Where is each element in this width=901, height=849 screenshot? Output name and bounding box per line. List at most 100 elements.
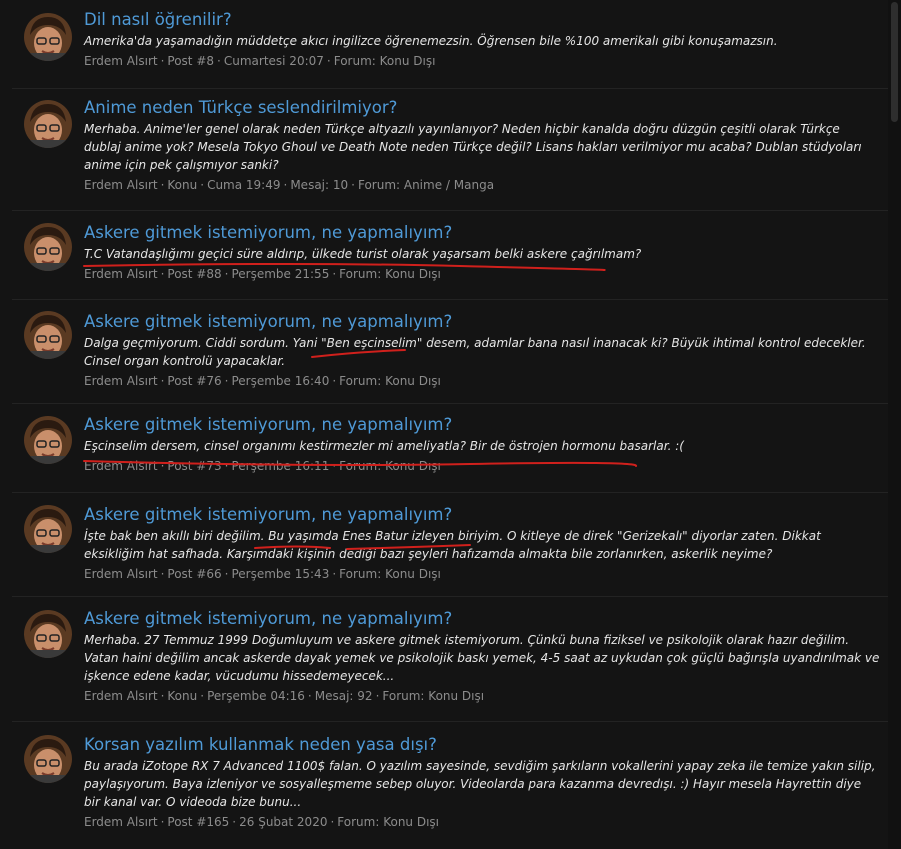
result-snippet: İşte bak ben akıllı biri değilim. Bu yaş…: [84, 529, 821, 561]
forum-link[interactable]: Forum: Konu Dışı: [339, 267, 441, 281]
result-meta: Erdem Alsırt · Post #76 · Perşembe 16:40 · For…: [84, 373, 880, 389]
meta-separator: ·: [224, 374, 229, 388]
result-title-link[interactable]: Korsan yazılım kullanmak neden yasa dışı…: [84, 734, 880, 756]
avatar[interactable]: [24, 610, 72, 658]
meta-separator: ·: [332, 374, 337, 388]
forum-link[interactable]: Forum: Konu Dışı: [339, 459, 441, 473]
meta-separator: ·: [160, 459, 165, 473]
result-snippet: Bu arada iZotope RX 7 Advanced 1100$ fal…: [84, 759, 876, 809]
meta-separator: ·: [224, 267, 229, 281]
forum-link[interactable]: Forum: Konu Dışı: [334, 54, 436, 68]
author-link[interactable]: Erdem Alsırt: [84, 178, 158, 192]
author-link[interactable]: Erdem Alsırt: [84, 459, 158, 473]
meta-separator: ·: [160, 689, 165, 703]
post-date: Perşembe 04:16: [207, 689, 305, 703]
result-item: Askere gitmek istemiyorum, ne yapmalıyım…: [12, 211, 888, 300]
result-snippet: Amerika'da yaşamadığın müddetçe akıcı in…: [84, 34, 778, 48]
post-date: Perşembe 15:43: [231, 567, 330, 581]
result-title-link[interactable]: Askere gitmek istemiyorum, ne yapmalıyım…: [84, 311, 880, 333]
meta-separator: ·: [332, 267, 337, 281]
forum-link[interactable]: Forum: Konu Dışı: [382, 689, 484, 703]
meta-separator: ·: [375, 689, 380, 703]
post-link[interactable]: Post #76: [167, 374, 221, 388]
result-meta: Erdem Alsırt · Post #8 · Cumartesi 20:07 · For…: [84, 53, 880, 69]
forum-link[interactable]: Forum: Anime / Manga: [358, 178, 494, 192]
avatar[interactable]: [24, 311, 72, 359]
result-snippet: T.C Vatandaşlığımı geçici süre aldırıp, …: [84, 247, 642, 261]
avatar[interactable]: [24, 505, 72, 553]
author-link[interactable]: Erdem Alsırt: [84, 815, 158, 829]
result-snippet: Eşcinselim dersem, cinsel organımı kesti…: [84, 439, 684, 453]
reply-count: Mesaj: 92: [314, 689, 373, 703]
post-date: Perşembe 16:40: [231, 374, 330, 388]
meta-separator: ·: [217, 54, 221, 68]
meta-separator: ·: [160, 178, 165, 192]
meta-separator: ·: [330, 815, 335, 829]
post-date: Cuma 19:49: [207, 178, 281, 192]
meta-separator: ·: [160, 267, 165, 281]
author-link[interactable]: Erdem Alsırt: [84, 689, 158, 703]
result-item: Askere gitmek istemiyorum, ne yapmalıyım…: [12, 597, 888, 722]
scrollbar-thumb[interactable]: [891, 2, 898, 122]
result-snippet: Merhaba. 27 Temmuz 1999 Doğumluyum ve as…: [84, 633, 880, 683]
forum-link[interactable]: Forum: Konu Dışı: [339, 567, 441, 581]
thread-link[interactable]: Konu: [167, 689, 197, 703]
meta-separator: ·: [351, 178, 355, 192]
meta-separator: ·: [307, 689, 312, 703]
result-meta: Erdem Alsırt · Post #66 · Perşembe 15:43 · For…: [84, 566, 880, 582]
post-link[interactable]: Post #66: [167, 567, 221, 581]
meta-separator: ·: [224, 567, 229, 581]
result-snippet: Merhaba. Anime'ler genel olarak neden Tü…: [84, 122, 862, 172]
result-title-link[interactable]: Askere gitmek istemiyorum, ne yapmalıyım…: [84, 222, 880, 244]
result-item: Korsan yazılım kullanmak neden yasa dışı…: [12, 722, 888, 849]
author-link[interactable]: Erdem Alsırt: [84, 54, 158, 68]
reply-count: Mesaj: 10: [290, 178, 349, 192]
author-link[interactable]: Erdem Alsırt: [84, 374, 158, 388]
result-title-link[interactable]: Askere gitmek istemiyorum, ne yapmalıyım…: [84, 504, 880, 526]
result-item: Dil nasıl öğrenilir? Amerika'da yaşamadı…: [12, 0, 888, 89]
result-item: Anime neden Türkçe seslendirilmiyor? Mer…: [12, 89, 888, 211]
result-meta: Erdem Alsırt · Konu · Perşembe 04:16 · Mesaj: …: [84, 688, 880, 704]
avatar[interactable]: [24, 735, 72, 783]
post-link[interactable]: Post #88: [167, 267, 221, 281]
result-title-link[interactable]: Anime neden Türkçe seslendirilmiyor?: [84, 97, 880, 119]
meta-separator: ·: [160, 374, 165, 388]
meta-separator: ·: [224, 459, 229, 473]
result-snippet: Dalga geçmiyorum. Ciddi sordum. Yani "Be…: [84, 336, 866, 368]
meta-separator: ·: [332, 567, 337, 581]
post-link[interactable]: Post #73: [167, 459, 221, 473]
post-link[interactable]: Post #165: [167, 815, 229, 829]
forum-link[interactable]: Forum: Konu Dışı: [339, 374, 441, 388]
meta-separator: ·: [326, 54, 331, 68]
scrollbar[interactable]: [888, 0, 901, 849]
meta-separator: ·: [160, 815, 165, 829]
meta-separator: ·: [283, 178, 288, 192]
meta-separator: ·: [160, 54, 165, 68]
author-link[interactable]: Erdem Alsırt: [84, 267, 158, 281]
result-meta: Erdem Alsırt · Post #73 · Perşembe 16:11 · For…: [84, 458, 880, 474]
thread-link[interactable]: Konu: [167, 178, 197, 192]
avatar[interactable]: [24, 416, 72, 464]
post-date: Perşembe 21:55: [231, 267, 330, 281]
result-meta: Erdem Alsırt · Konu · Cuma 19:49 · Mesaj: 10 · F…: [84, 177, 880, 193]
post-date: 26 Şubat 2020: [239, 815, 328, 829]
post-date: Cumartesi 20:07: [223, 54, 324, 68]
result-title-link[interactable]: Askere gitmek istemiyorum, ne yapmalıyım…: [84, 414, 880, 436]
result-item: Askere gitmek istemiyorum, ne yapmalıyım…: [12, 493, 888, 597]
avatar[interactable]: [24, 13, 72, 61]
forum-link[interactable]: Forum: Konu Dışı: [337, 815, 439, 829]
author-link[interactable]: Erdem Alsırt: [84, 567, 158, 581]
meta-separator: ·: [332, 459, 337, 473]
meta-separator: ·: [200, 689, 205, 703]
result-title-link[interactable]: Askere gitmek istemiyorum, ne yapmalıyım…: [84, 608, 880, 630]
avatar[interactable]: [24, 100, 72, 148]
result-item: Askere gitmek istemiyorum, ne yapmalıyım…: [12, 404, 888, 493]
avatar[interactable]: [24, 223, 72, 271]
result-meta: Erdem Alsırt · Post #165 · 26 Şubat 2020 · For…: [84, 814, 880, 830]
post-link[interactable]: Post #8: [167, 54, 214, 68]
result-meta: Erdem Alsırt · Post #88 · Perşembe 21:55 · For…: [84, 266, 880, 282]
meta-separator: ·: [232, 815, 237, 829]
result-item: Askere gitmek istemiyorum, ne yapmalıyım…: [12, 300, 888, 404]
result-title-link[interactable]: Dil nasıl öğrenilir?: [84, 9, 880, 31]
meta-separator: ·: [200, 178, 205, 192]
